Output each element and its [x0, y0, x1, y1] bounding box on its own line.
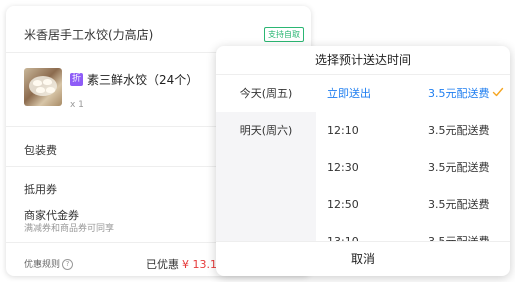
product-name: 素三鲜水饺（24个） [87, 73, 199, 87]
self-pickup-badge: 支持自取 [264, 27, 304, 42]
time-option-now[interactable]: 立即送出 3.5元配送费 [316, 75, 510, 112]
check-icon [492, 87, 504, 97]
time-label: 12:30 [327, 161, 359, 174]
delivery-fee: 3.5元配送费 [428, 223, 490, 241]
cancel-button[interactable]: 取消 [216, 242, 510, 276]
modal-title: 选择预计送达时间 [314, 53, 411, 67]
time-option[interactable]: 12:30 3.5元配送费 [316, 149, 510, 186]
time-label: 13:10 [327, 223, 359, 241]
saved-summary: 已优惠 ¥ 13.12 [146, 256, 224, 272]
time-option[interactable]: 13:10 3.5元配送费 [316, 223, 510, 241]
time-label: 立即送出 [327, 87, 371, 100]
time-label: 12:50 [327, 198, 359, 211]
product-image [24, 68, 62, 106]
delivery-fee: 3.5元配送费 [428, 124, 490, 137]
merchant-voucher-note: 满减券和商品券可同享 [24, 224, 115, 234]
shop-name[interactable]: 米香居手工水饺(力高店) [24, 26, 153, 43]
day-item-today[interactable]: 今天(周五) [216, 75, 316, 112]
delivery-fee: 3.5元配送费 [428, 87, 490, 100]
delivery-fee: 3.5元配送费 [428, 198, 490, 211]
saved-label: 已优惠 [146, 258, 179, 271]
time-option[interactable]: 12:10 3.5元配送费 [316, 112, 510, 149]
question-icon[interactable]: ? [62, 259, 74, 270]
delivery-fee: 3.5元配送费 [428, 161, 490, 174]
discount-rules-label: 优惠规则 [24, 260, 61, 270]
discount-rules-link[interactable]: 优惠规则? [24, 257, 74, 270]
packing-fee-label: 包装费 [24, 144, 57, 157]
time-option[interactable]: 12:50 3.5元配送费 [316, 186, 510, 223]
discount-tag: 折 [70, 73, 83, 86]
time-list[interactable]: 立即送出 3.5元配送费 12:10 3.5元配送费 12:30 3.5元配送费… [316, 75, 510, 241]
delivery-time-modal: 选择预计送达时间 今天(周五) 明天(周六) 立即送出 3.5元配送费 12:1… [216, 46, 510, 276]
day-item-tomorrow[interactable]: 明天(周六) [216, 112, 316, 149]
product-quantity: x 1 [70, 100, 84, 110]
time-label: 12:10 [327, 124, 359, 137]
voucher-row[interactable]: 抵用券 [24, 181, 57, 197]
day-list: 今天(周五) 明天(周六) [216, 75, 316, 241]
